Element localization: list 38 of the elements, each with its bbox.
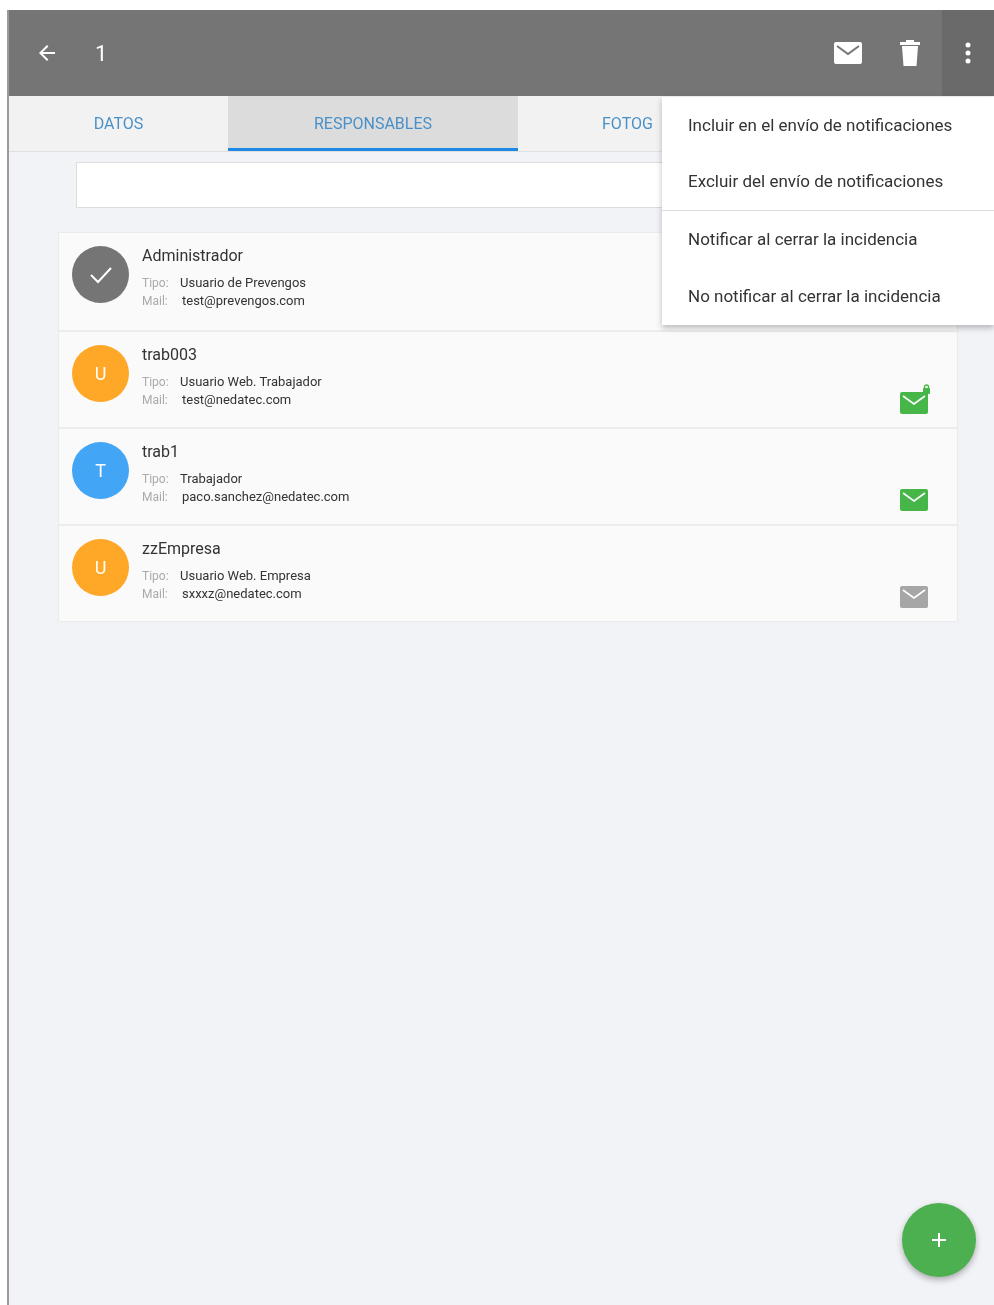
menu-item[interactable]: Excluir del envío de notificaciones: [662, 154, 994, 211]
menu-item[interactable]: Notificar al cerrar la incidencia: [662, 211, 994, 268]
person-name: trab1: [142, 442, 181, 462]
person-type: Usuario Web. Trabajador: [180, 373, 322, 390]
locked-mail-icon[interactable]: [899, 384, 931, 414]
field-label: Mail:: [142, 293, 169, 310]
avatar-letter: U: [94, 556, 107, 580]
trash-icon: [900, 40, 920, 66]
person-email: paco.sanchez@nedatec.com: [182, 488, 350, 505]
mail-icon: [834, 42, 862, 64]
avatar-letter: U: [94, 362, 107, 386]
person-type: Trabajador: [180, 470, 243, 487]
person-row[interactable]: U zzEmpresa Tipo: Usuario Web. Empresa Mail: sxxxz@nedatec.com: [59, 524, 957, 621]
plus-icon: [931, 1232, 947, 1248]
person-name: Administrador: [142, 246, 244, 266]
person-name: trab003: [142, 345, 198, 365]
person-email: sxxxz@nedatec.com: [182, 585, 302, 602]
field-label: Mail:: [142, 392, 169, 409]
field-label: Tipo:: [142, 374, 170, 391]
field-label: Tipo:: [142, 275, 170, 292]
menu-item[interactable]: No notificar al cerrar la incidencia: [662, 268, 994, 325]
field-label: Mail:: [142, 586, 169, 603]
person-type: Usuario Web. Empresa: [180, 567, 311, 584]
add-button[interactable]: [902, 1203, 976, 1277]
person-email: test@prevengos.com: [182, 292, 305, 309]
field-label: Tipo:: [142, 568, 170, 585]
more-icon: [965, 42, 971, 64]
person-row[interactable]: U trab003 Tipo: Usuario Web. Trabajador Mail: test@nedatec.com: [59, 330, 957, 427]
person-email: test@nedatec.com: [182, 391, 292, 408]
check-icon: [88, 265, 113, 284]
field-label: Tipo:: [142, 471, 170, 488]
person-name: zzEmpresa: [142, 539, 222, 559]
toolbar-title: 1: [95, 39, 108, 68]
person-row[interactable]: T trab1 Tipo: Trabajador Mail: paco.sanchez@nedatec.com: [59, 427, 957, 524]
menu-item[interactable]: Incluir en el envío de notificaciones: [662, 97, 994, 154]
field-label: Mail:: [142, 489, 169, 506]
person-type: Usuario de Prevengos: [180, 274, 307, 291]
avatar-letter: T: [95, 459, 106, 483]
